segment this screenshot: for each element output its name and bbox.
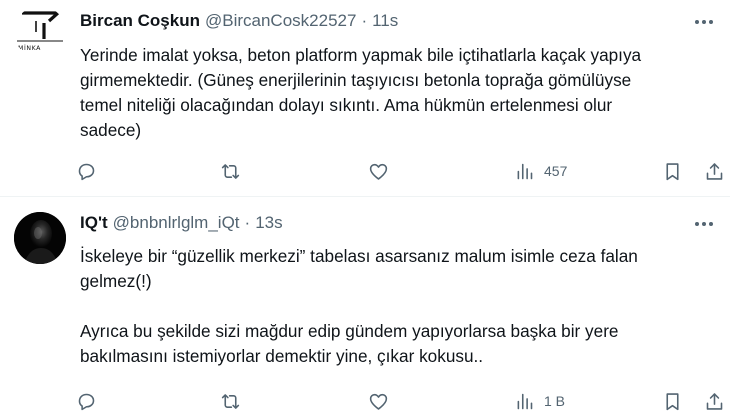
retweet-button[interactable] xyxy=(220,386,241,416)
more-icon xyxy=(695,222,713,226)
tweet-text-line: temel niteliği olacağından dolayı sıkınt… xyxy=(80,95,613,115)
avatar[interactable]: MİNKA xyxy=(14,6,66,58)
tweet-text: İskeleye bir “güzellik merkezi” tabelası… xyxy=(80,244,720,369)
share-button[interactable] xyxy=(704,386,725,416)
more-icon xyxy=(695,20,713,24)
minka-logo: MİNKA xyxy=(17,11,63,52)
tweet-text-line: Yerinde imalat yoksa, beton platform yap… xyxy=(80,45,642,65)
views-icon xyxy=(517,163,533,179)
tweet-text-line: Ayrıca bu şekilde sizi mağdur edip günde… xyxy=(80,321,619,341)
reply-button[interactable] xyxy=(76,156,97,186)
retweet-button[interactable] xyxy=(220,156,241,186)
retweet-icon xyxy=(221,393,240,409)
bookmark-button[interactable] xyxy=(662,386,683,416)
heart-icon xyxy=(369,163,388,180)
heart-icon xyxy=(369,393,388,410)
tweet-text-line: bakılmasını istemiyorlar demektir yine, … xyxy=(80,346,484,366)
views-button[interactable]: 1 B xyxy=(514,386,565,416)
tweet-header: Bircan Coşkun @BircanCosk22527 · 11s xyxy=(80,10,398,32)
bookmark-icon xyxy=(666,162,679,180)
tweet[interactable]: IQ't @bnbnlrlglm_iQt · 13s İskeleye bir … xyxy=(0,198,730,420)
reply-icon xyxy=(78,393,95,410)
avatar-photo xyxy=(14,212,66,264)
author-name[interactable]: Bircan Coşkun xyxy=(80,11,200,31)
tweet-text: Yerinde imalat yoksa, beton platform yap… xyxy=(80,43,720,143)
more-options-button[interactable] xyxy=(690,213,718,235)
timestamp[interactable]: 13s xyxy=(255,213,282,233)
bookmark-button[interactable] xyxy=(662,156,683,186)
author-handle[interactable]: @BircanCosk22527 xyxy=(205,11,356,31)
reply-button[interactable] xyxy=(76,386,97,416)
tweet-text-line: gelmez(!) xyxy=(80,271,152,291)
views-icon xyxy=(517,393,533,409)
tweet-text-line: sadece) xyxy=(80,120,142,140)
like-button[interactable] xyxy=(368,156,389,186)
tweet-actions: 457 xyxy=(70,156,730,186)
share-button[interactable] xyxy=(704,156,725,186)
separator-dot: · xyxy=(361,11,368,30)
bookmark-icon xyxy=(666,392,679,410)
retweet-icon xyxy=(221,163,240,179)
tweet-actions: 1 B xyxy=(70,386,730,416)
author-handle[interactable]: @bnbnlrlglm_iQt xyxy=(113,213,240,233)
like-button[interactable] xyxy=(368,386,389,416)
views-button[interactable]: 457 xyxy=(514,156,567,186)
reply-icon xyxy=(78,163,95,180)
separator-dot: · xyxy=(244,213,251,232)
share-icon xyxy=(706,162,723,180)
share-icon xyxy=(706,392,723,410)
author-name[interactable]: IQ't xyxy=(80,213,108,233)
tweet-text-line: İskeleye bir “güzellik merkezi” tabelası… xyxy=(80,246,638,266)
avatar[interactable] xyxy=(14,212,66,264)
more-options-button[interactable] xyxy=(690,11,718,33)
tweet-header: IQ't @bnbnlrlglm_iQt · 13s xyxy=(80,212,283,234)
tweet-text-line: girmemektedir. (Güneş enerjilerinin taşı… xyxy=(80,70,632,90)
views-count: 1 B xyxy=(544,393,566,409)
views-count: 457 xyxy=(544,163,568,179)
timestamp[interactable]: 11s xyxy=(372,11,398,31)
svg-text:MİNKA: MİNKA xyxy=(18,43,41,52)
tweet[interactable]: MİNKA Bircan Coşkun @BircanCosk22527 · 1… xyxy=(0,0,730,197)
